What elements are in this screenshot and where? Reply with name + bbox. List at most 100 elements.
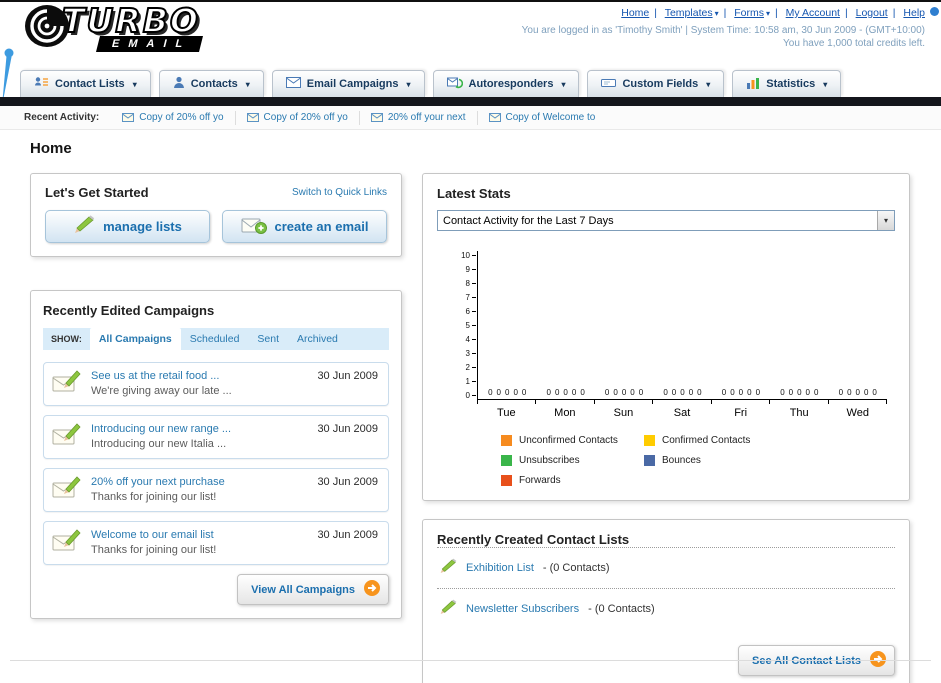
- right-column: Latest Stats Contact Activity for the La…: [422, 173, 910, 683]
- statistics-icon: [746, 77, 760, 92]
- chart-y-tick: 1: [451, 377, 476, 386]
- chart-y-tick: 8: [451, 279, 476, 288]
- chart-y-tick: 7: [451, 293, 476, 302]
- recent-campaigns-panel: Recently Edited Campaigns SHOW: All Camp…: [30, 290, 402, 619]
- campaign-row[interactable]: Introducing our new range ... Introducin…: [43, 415, 389, 459]
- campaign-date: 30 Jun 2009: [317, 370, 378, 382]
- recent-activity-item[interactable]: Copy of Welcome to: [476, 110, 607, 125]
- contact-list-link[interactable]: Newsletter Subscribers: [466, 603, 579, 615]
- campaign-title-link[interactable]: See us at the retail food ...: [91, 370, 307, 382]
- filter-scheduled[interactable]: Scheduled: [181, 328, 249, 350]
- manage-lists-button[interactable]: manage lists: [45, 210, 210, 243]
- tab-custom-fields[interactable]: Custom Fields: [587, 70, 725, 97]
- recent-activity-link[interactable]: Copy of 20% off yo: [264, 112, 348, 123]
- legend-item: Unsubscribes: [501, 455, 644, 466]
- link-forms[interactable]: Forms: [734, 7, 770, 19]
- filter-all-campaigns[interactable]: All Campaigns: [89, 328, 181, 350]
- arrow-right-icon: [364, 580, 380, 599]
- tab-contact-lists[interactable]: Contact Lists: [20, 70, 151, 97]
- chart-zero-group: 00000: [663, 388, 702, 397]
- link-templates[interactable]: Templates: [665, 7, 719, 19]
- chevron-down-icon: [559, 78, 565, 90]
- link-logout[interactable]: Logout: [856, 7, 888, 19]
- chart-day-label: Fri: [734, 407, 748, 419]
- legend-label: Confirmed Contacts: [662, 435, 751, 446]
- chart-day-label: Tue: [497, 407, 516, 419]
- contact-list-count: - (0 Contacts): [588, 603, 655, 615]
- recent-activity-link[interactable]: Copy of Welcome to: [506, 112, 596, 123]
- legend-label: Bounces: [662, 455, 701, 466]
- chevron-down-icon: [713, 7, 719, 19]
- chart-day-label: Sat: [673, 407, 691, 419]
- legend-label: Unsubscribes: [519, 455, 580, 466]
- legend-item: Forwards: [501, 475, 644, 486]
- latest-stats-panel: Latest Stats Contact Activity for the La…: [422, 173, 910, 501]
- chart-y-tick: 3: [451, 349, 476, 358]
- link-label: Forms: [734, 7, 764, 19]
- chart-value-labels: 00000 00000 00000 00000 00000 00000 00000: [478, 388, 887, 397]
- campaign-subtitle: Thanks for joining our list!: [91, 491, 217, 503]
- recent-campaigns-title: Recently Edited Campaigns: [43, 303, 215, 318]
- create-email-button[interactable]: create an email: [222, 210, 387, 243]
- top-bar: TURBO EMAIL Home Templates Forms My Acco…: [0, 2, 941, 106]
- contact-list-row[interactable]: Newsletter Subscribers - (0 Contacts): [437, 588, 895, 629]
- pencil-icon: [73, 215, 95, 238]
- chart-y-tick: 6: [451, 307, 476, 316]
- recent-activity-item[interactable]: Copy of 20% off yo: [234, 110, 359, 125]
- recent-activity-link[interactable]: 20% off your next: [388, 112, 466, 123]
- campaign-filter-bar: SHOW: All Campaigns Scheduled Sent Archi…: [43, 328, 389, 350]
- campaign-title-link[interactable]: Welcome to our email list: [91, 529, 307, 541]
- tab-autoresponders[interactable]: Autoresponders: [432, 70, 580, 97]
- campaign-date: 30 Jun 2009: [317, 476, 378, 488]
- manage-lists-label: manage lists: [103, 219, 182, 234]
- campaign-title-link[interactable]: 20% off your next purchase: [91, 476, 307, 488]
- chart-y-tick: 10: [451, 251, 476, 260]
- campaign-row[interactable]: Welcome to our email list Thanks for joi…: [43, 521, 389, 565]
- tab-label: Statistics: [766, 78, 816, 90]
- separator: [770, 7, 783, 19]
- chart-zero-group: 00000: [604, 388, 644, 397]
- contact-list-link[interactable]: Exhibition List: [466, 562, 534, 574]
- legend-swatch: [501, 475, 512, 486]
- contact-list-row[interactable]: Exhibition List - (0 Contacts): [437, 547, 895, 588]
- chart-zero-group: 00000: [546, 388, 585, 397]
- recent-activity-item[interactable]: 20% off your next: [358, 110, 477, 125]
- chart-zero-group: 00000: [838, 388, 877, 397]
- legend-swatch: [644, 435, 655, 446]
- recent-activity-link[interactable]: Copy of 20% off yo: [139, 112, 223, 123]
- chart-plot-area: 00000 00000 00000 00000 00000 00000 00000: [477, 251, 887, 400]
- campaign-row[interactable]: 20% off your next purchase Thanks for jo…: [43, 468, 389, 512]
- link-home[interactable]: Home: [621, 7, 649, 19]
- filter-archived[interactable]: Archived: [288, 328, 347, 350]
- filter-sent[interactable]: Sent: [248, 328, 288, 350]
- tab-statistics[interactable]: Statistics: [732, 70, 842, 97]
- header-right: Home Templates Forms My Account Logout H…: [522, 7, 925, 49]
- envelope-plus-icon: [241, 216, 267, 237]
- chart-y-tick: 2: [451, 363, 476, 372]
- envelope-pencil-icon: [52, 527, 82, 558]
- email-campaigns-icon: [285, 77, 301, 91]
- tab-contacts[interactable]: Contacts: [158, 70, 264, 97]
- get-started-title: Let's Get Started: [45, 185, 149, 200]
- contact-activity-chart: 10 9 8 7 6 5 4 3 2 1 0 000000000000000000000000000…: [437, 251, 895, 486]
- recent-activity-item[interactable]: Copy of 20% off yo: [111, 111, 234, 125]
- logo-subtitle: EMAIL: [96, 36, 204, 52]
- stats-period-value: Contact Activity for the Last 7 Days: [443, 214, 614, 227]
- link-my-account[interactable]: My Account: [786, 7, 840, 19]
- campaign-title-link[interactable]: Introducing our new range ...: [91, 423, 307, 435]
- stats-period-select[interactable]: Contact Activity for the Last 7 Days: [437, 210, 895, 231]
- logo-swirl-icon: [24, 4, 70, 53]
- view-all-campaigns-button[interactable]: View All Campaigns: [237, 574, 389, 605]
- chart-zero-group: 00000: [780, 388, 819, 397]
- get-started-panel: Let's Get Started Switch to Quick Links …: [30, 173, 402, 257]
- link-help[interactable]: Help: [903, 7, 925, 19]
- chevron-down-icon: [404, 78, 410, 90]
- autoresponders-icon: [446, 76, 463, 92]
- tab-email-campaigns[interactable]: Email Campaigns: [271, 70, 425, 97]
- campaign-row[interactable]: See us at the retail food ... We're givi…: [43, 362, 389, 406]
- campaign-subtitle: We're giving away our late ...: [91, 385, 232, 397]
- chart-day-label: Thu: [789, 407, 809, 419]
- campaign-date: 30 Jun 2009: [317, 529, 378, 541]
- switch-quick-links-link[interactable]: Switch to Quick Links: [292, 187, 387, 198]
- app-logo[interactable]: TURBO EMAIL: [24, 3, 204, 53]
